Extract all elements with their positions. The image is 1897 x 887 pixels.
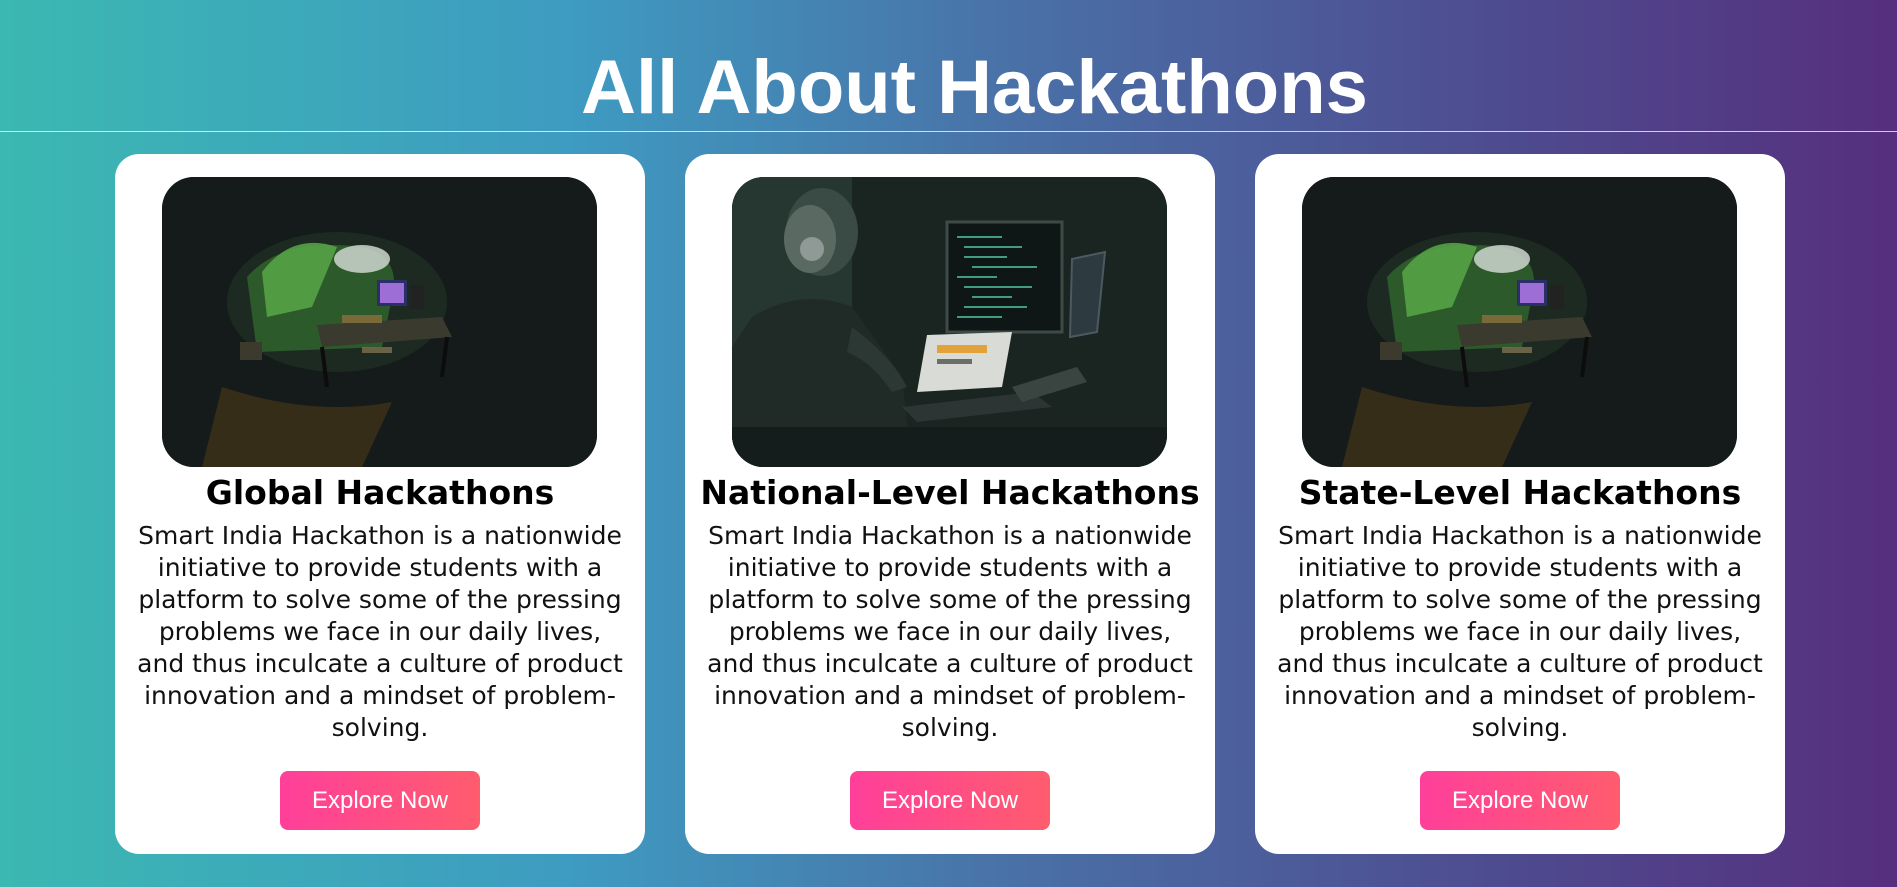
page-header: All About Hackathons [0, 0, 1897, 132]
card-title: National-Level Hackathons [700, 473, 1200, 512]
card-title: Global Hackathons [205, 473, 555, 512]
card-description: Smart India Hackathon is a nationwide in… [1277, 521, 1763, 742]
explore-now-button[interactable]: Explore Now [850, 771, 1050, 830]
desk-setup-image [162, 177, 597, 467]
hackathon-card-national: National-Level Hackathons Smart India Ha… [685, 154, 1215, 854]
card-description: Smart India Hackathon is a nationwide in… [137, 521, 623, 742]
hackathon-card-state: State-Level Hackathons Smart India Hacka… [1255, 154, 1785, 854]
page-title: All About Hackathons [581, 45, 1368, 130]
coder-at-monitors-image [732, 177, 1167, 467]
explore-now-button[interactable]: Explore Now [1420, 771, 1620, 830]
card-description: Smart India Hackathon is a nationwide in… [707, 521, 1193, 742]
card-title: State-Level Hackathons [1298, 473, 1742, 512]
explore-now-button[interactable]: Explore Now [280, 771, 480, 830]
hackathon-card-global: Global Hackathons Smart India Hackathon … [115, 154, 645, 854]
desk-setup-image [1302, 177, 1737, 467]
